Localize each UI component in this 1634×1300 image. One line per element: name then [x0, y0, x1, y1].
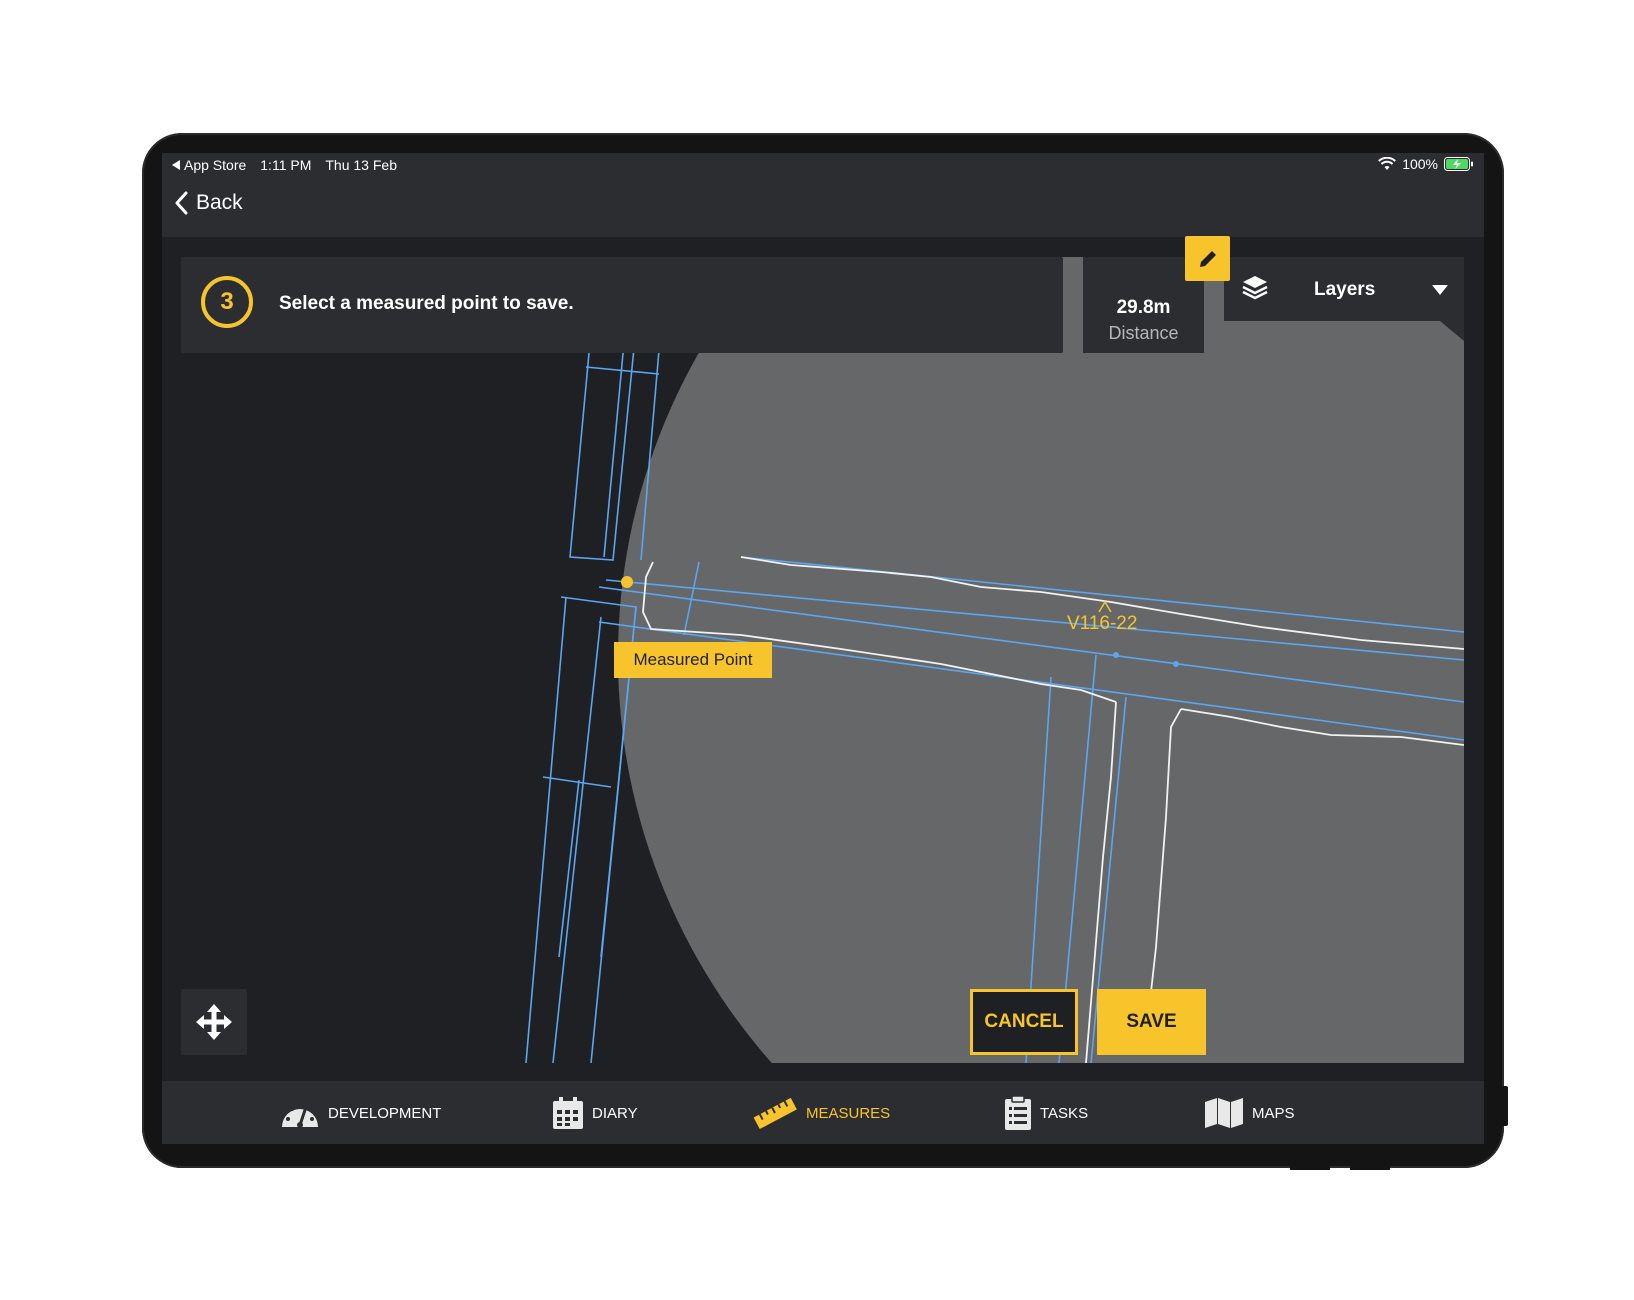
calendar-icon [553, 1097, 583, 1129]
measured-point-marker [621, 576, 633, 588]
mine-map-drawing: V116-22 [525, 257, 1464, 1063]
device-bottom-button-2 [1350, 1164, 1390, 1170]
status-time: 1:11 PM [260, 157, 312, 173]
tab-diary[interactable]: DIARY [552, 1095, 638, 1131]
tab-maps[interactable]: MAPS [1204, 1095, 1295, 1131]
layers-icon [1242, 276, 1268, 300]
layers-dropdown[interactable]: Layers [1224, 257, 1464, 321]
back-button[interactable]: Back [174, 191, 243, 215]
instruction-panel: 3 Select a measured point to save. [181, 257, 1063, 353]
clipboard-icon [1005, 1095, 1031, 1130]
status-back-app: App Store [184, 157, 247, 173]
tab-measures[interactable]: MEASURES [752, 1095, 890, 1131]
layers-label: Layers [1314, 279, 1376, 300]
tab-tasks[interactable]: TASKS [1004, 1095, 1088, 1131]
device-side-button [1500, 1086, 1508, 1126]
status-bar: App Store 1:11 PM Thu 13 Feb 100% [162, 153, 1484, 177]
edit-button[interactable] [1185, 236, 1230, 281]
tab-diary-label: DIARY [592, 1104, 638, 1122]
device-bottom-button [1290, 1164, 1330, 1170]
measured-point-label: Measured Point [614, 642, 772, 678]
nav-bar: App Store 1:11 PM Thu 13 Feb 100% Back [162, 153, 1484, 237]
bottom-tab-bar: DEVELOPMENT DIARY MEASURES TASKS MAPS [162, 1081, 1484, 1144]
pencil-icon [1199, 248, 1218, 267]
tab-maps-label: MAPS [1252, 1104, 1295, 1122]
survey-station-dot [1113, 652, 1119, 658]
tab-development[interactable]: DEVELOPMENT [280, 1095, 441, 1131]
ruler-icon [753, 1097, 797, 1130]
move-arrows-icon [196, 1004, 232, 1040]
battery-charging-icon [1444, 157, 1473, 171]
instruction-text: Select a measured point to save. [279, 293, 574, 314]
status-date: Thu 13 Feb [325, 157, 397, 173]
survey-station-dot-2 [1173, 661, 1179, 667]
gauge-icon [282, 1103, 318, 1128]
tab-measures-label: MEASURES [806, 1104, 891, 1122]
distance-label: Distance [1108, 323, 1179, 343]
wifi-icon [1378, 157, 1397, 170]
caret-down-icon [1432, 285, 1448, 295]
back-label: Back [196, 191, 243, 214]
small-back-triangle-icon [172, 160, 180, 170]
tab-tasks-label: TASKS [1040, 1104, 1089, 1122]
save-button[interactable]: SAVE [1097, 989, 1206, 1055]
pan-button[interactable] [181, 989, 247, 1055]
drive-label: V116-22 [1067, 613, 1137, 634]
app-screen: App Store 1:11 PM Thu 13 Feb 100% Back V… [162, 153, 1484, 1144]
back-to-app-link[interactable]: App Store [172, 157, 246, 173]
tab-development-label: DEVELOPMENT [328, 1104, 442, 1122]
status-battery-percent: 100% [1402, 156, 1438, 172]
step-number: 3 [201, 276, 253, 328]
map-canvas[interactable]: V116-22 [181, 257, 1464, 1063]
chevron-left-icon [175, 191, 188, 215]
layers-panel-tab [1440, 321, 1464, 341]
map-icon [1205, 1098, 1243, 1128]
cancel-button[interactable]: CANCEL [970, 989, 1078, 1055]
distance-value: 29.8m [1116, 297, 1171, 318]
